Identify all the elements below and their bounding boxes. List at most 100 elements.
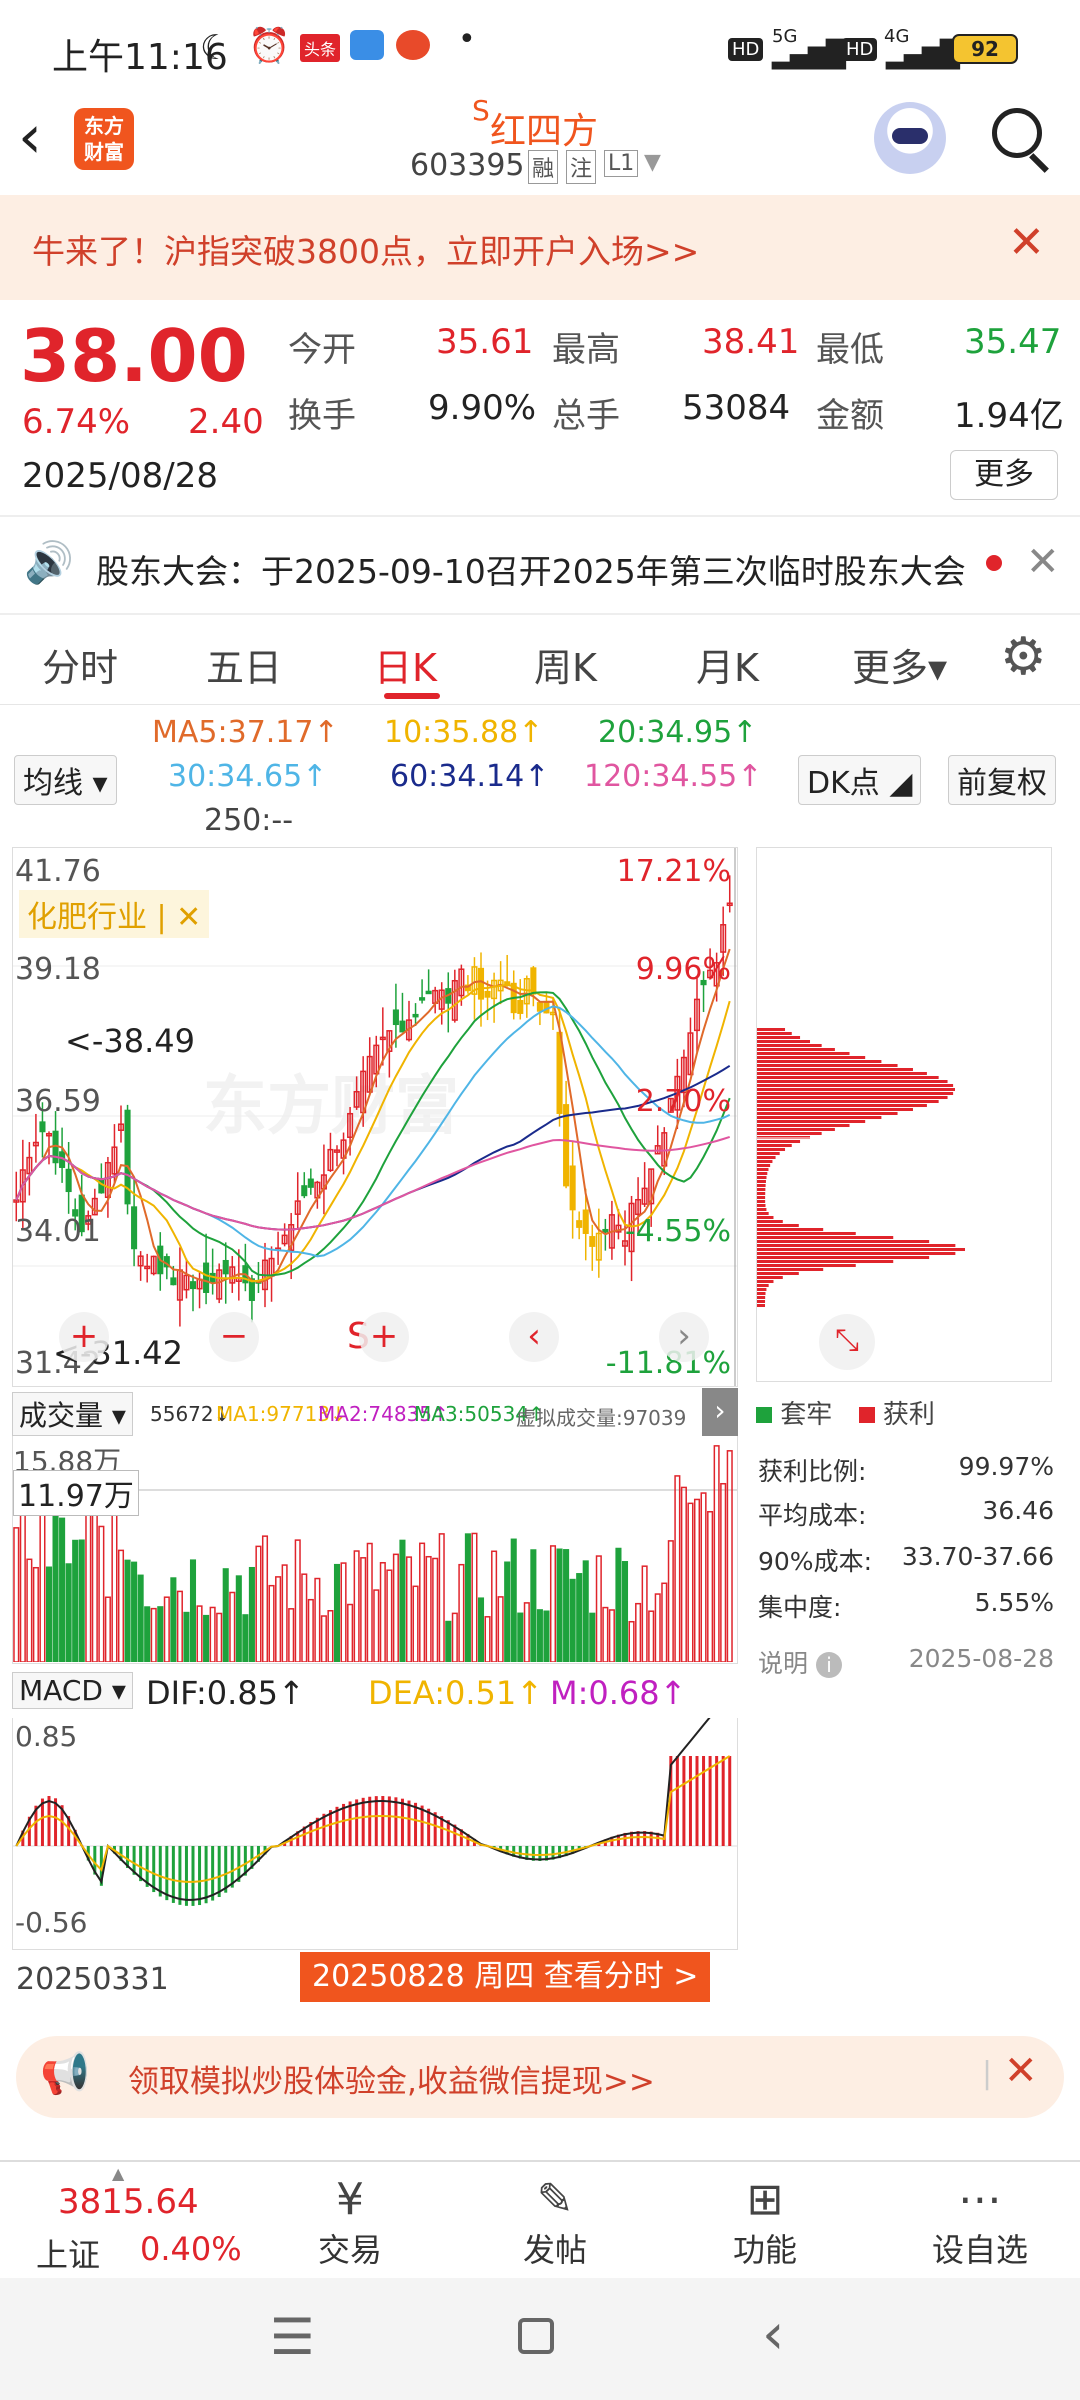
banner-text[interactable]: 牛来了！沪指突破3800点，立即开户入场>>	[32, 225, 699, 273]
chevron-right-icon[interactable]: ›	[659, 1312, 709, 1362]
chip-bar	[757, 1300, 766, 1303]
chip-bar	[757, 1152, 780, 1155]
close-icon[interactable]: ✕	[1026, 539, 1060, 585]
volume-bar	[65, 1563, 72, 1662]
chip-bar	[757, 1112, 898, 1115]
gear-icon[interactable]: ⚙	[1000, 627, 1047, 687]
y-axis-label: 34.01	[15, 1214, 101, 1249]
promo-bar[interactable]: 📢 领取模拟炒股体验金,收益微信提现>> | ✕	[16, 2036, 1064, 2118]
volume-bar	[216, 1612, 223, 1662]
candle-body	[412, 1013, 419, 1018]
chevron-left-icon[interactable]: ‹	[509, 1312, 559, 1362]
volume-bar	[615, 1547, 622, 1662]
volume-bar	[667, 1540, 674, 1662]
ma-selector[interactable]: 均线 ▾	[14, 755, 117, 805]
volume-chart[interactable]: 15.88万 11.97万	[12, 1436, 738, 1664]
macd-header: MACD ▾ DIF:0.85↑ DEA:0.51↑ M:0.68↑	[12, 1668, 738, 1718]
volume-bar	[19, 1513, 26, 1662]
notice-text[interactable]: 股东大会：于2025-09-10召开2025年第三次临时股东大会	[96, 545, 966, 593]
search-icon[interactable]	[992, 108, 1042, 158]
chip-bar	[757, 1160, 773, 1163]
grid-icon: ⊞	[746, 2174, 784, 2225]
home-icon[interactable]	[518, 2318, 554, 2354]
volume-selector[interactable]: 成交量 ▾	[12, 1392, 133, 1436]
chip-bar	[757, 1280, 774, 1283]
chip-distribution[interactable]: ⤡	[756, 847, 1052, 1382]
index-value[interactable]: 3815.64	[58, 2182, 199, 2222]
kline-chart[interactable]: 东方财富 41.76 39.18 36.59 34.01 31.42 17.21…	[12, 847, 738, 1387]
pct-axis-label: 17.21%	[616, 854, 731, 889]
back-nav-icon[interactable]: ‹	[762, 2302, 784, 2367]
menu-icon[interactable]: ☰	[270, 2308, 315, 2366]
tab-weekly-k[interactable]: 周K	[534, 637, 597, 692]
view-intraday-button[interactable]: 20250828 周四 查看分时 >	[300, 1952, 711, 2002]
expand-icon[interactable]: ⤡	[819, 1314, 875, 1370]
quote-date: 2025/08/28	[22, 456, 218, 496]
volume-bar	[654, 1593, 661, 1662]
chip-bar	[757, 1072, 927, 1075]
macd-chart[interactable]: 0.85 -0.56	[12, 1718, 738, 1950]
nav-post[interactable]: ✎ 发帖	[505, 2174, 605, 2271]
chevron-down-icon[interactable]: ▼	[644, 150, 661, 175]
change-percent: 6.74%	[22, 402, 131, 442]
shareholder-notice[interactable]: 🔊 股东大会：于2025-09-10召开2025年第三次临时股东大会 ✕	[0, 515, 1080, 615]
promo-banner[interactable]: 牛来了！沪指突破3800点，立即开户入场>> ✕	[0, 195, 1080, 300]
volume-bar	[477, 1597, 485, 1662]
close-icon[interactable]: ✕	[1008, 217, 1045, 268]
index-change[interactable]: 0.40%	[140, 2230, 242, 2268]
concentration: 集中度: 5.55%	[758, 1588, 1054, 1622]
zoom-out-button[interactable]: −	[209, 1312, 259, 1362]
chip-bar	[757, 1204, 766, 1207]
nav-add-watch[interactable]: ⋯ 设自选	[920, 2174, 1040, 2271]
volume-bar	[451, 1612, 458, 1662]
speaker-icon: 🔊	[24, 540, 74, 586]
chip-bar	[757, 1128, 835, 1131]
volume-bar	[98, 1525, 105, 1662]
chevron-right-icon[interactable]: ›	[702, 1388, 738, 1436]
tab-intraday[interactable]: 分时	[42, 637, 118, 692]
chip-bar	[757, 1060, 882, 1063]
promo-text[interactable]: 领取模拟炒股体验金,收益微信提现>>	[128, 2056, 655, 2101]
volume-bar	[543, 1610, 550, 1662]
dot-icon: •	[458, 22, 476, 57]
close-icon[interactable]: ✕	[1004, 2048, 1038, 2094]
adjust-selector[interactable]: 前复权	[948, 755, 1056, 805]
nav-trade[interactable]: ¥ 交易	[300, 2174, 400, 2271]
dif-line	[15, 1718, 711, 1901]
tab-more[interactable]: 更多▾	[852, 637, 947, 692]
candle-body	[98, 1178, 105, 1194]
volume-bar	[569, 1578, 576, 1662]
volume-bar	[176, 1590, 183, 1662]
chip-bar	[757, 1188, 766, 1191]
tab-five-day[interactable]: 五日	[206, 637, 282, 692]
index-name[interactable]: 上证	[36, 2230, 100, 2276]
candle-body	[131, 1206, 138, 1250]
dk-point-toggle[interactable]: DK点 ◢	[798, 755, 922, 805]
volume-bar	[523, 1602, 530, 1662]
alarm-icon: ⏰	[248, 26, 291, 66]
more-button[interactable]: 更多	[950, 450, 1058, 500]
nav-features[interactable]: ⊞ 功能	[715, 2174, 815, 2271]
signal-icon: ▂▄▆█	[886, 40, 960, 70]
industry-tag[interactable]: 化肥行业 | ✕	[19, 890, 210, 938]
back-icon[interactable]: ‹	[18, 102, 42, 172]
tab-daily-k[interactable]: 日K	[374, 637, 437, 692]
macd-selector[interactable]: MACD ▾	[12, 1672, 133, 1709]
volume-bar	[268, 1584, 275, 1662]
volume-bar	[137, 1574, 144, 1662]
chip-explain[interactable]: 说明 i 2025-08-28	[758, 1644, 1054, 1680]
add-button[interactable]: +	[359, 1312, 409, 1362]
robot-assistant-icon[interactable]	[874, 102, 946, 174]
volume-bar	[353, 1550, 360, 1662]
volume-bar	[373, 1589, 380, 1662]
level-tag: L1	[604, 150, 639, 177]
tab-monthly-k[interactable]: 月K	[696, 637, 759, 692]
volume-bar	[72, 1539, 79, 1662]
bottom-nav: ▲ 3815.64 上证 0.40% ¥ 交易 ✎ 发帖 ⊞ 功能 ⋯ 设自选	[0, 2160, 1080, 2278]
zoom-in-button[interactable]: +	[59, 1312, 109, 1362]
candle-body	[301, 1185, 308, 1197]
volume-bar	[700, 1492, 707, 1662]
chip-bar	[757, 1164, 771, 1167]
chip-bar	[757, 1292, 766, 1295]
app-logo: 东方 财富	[74, 108, 134, 170]
